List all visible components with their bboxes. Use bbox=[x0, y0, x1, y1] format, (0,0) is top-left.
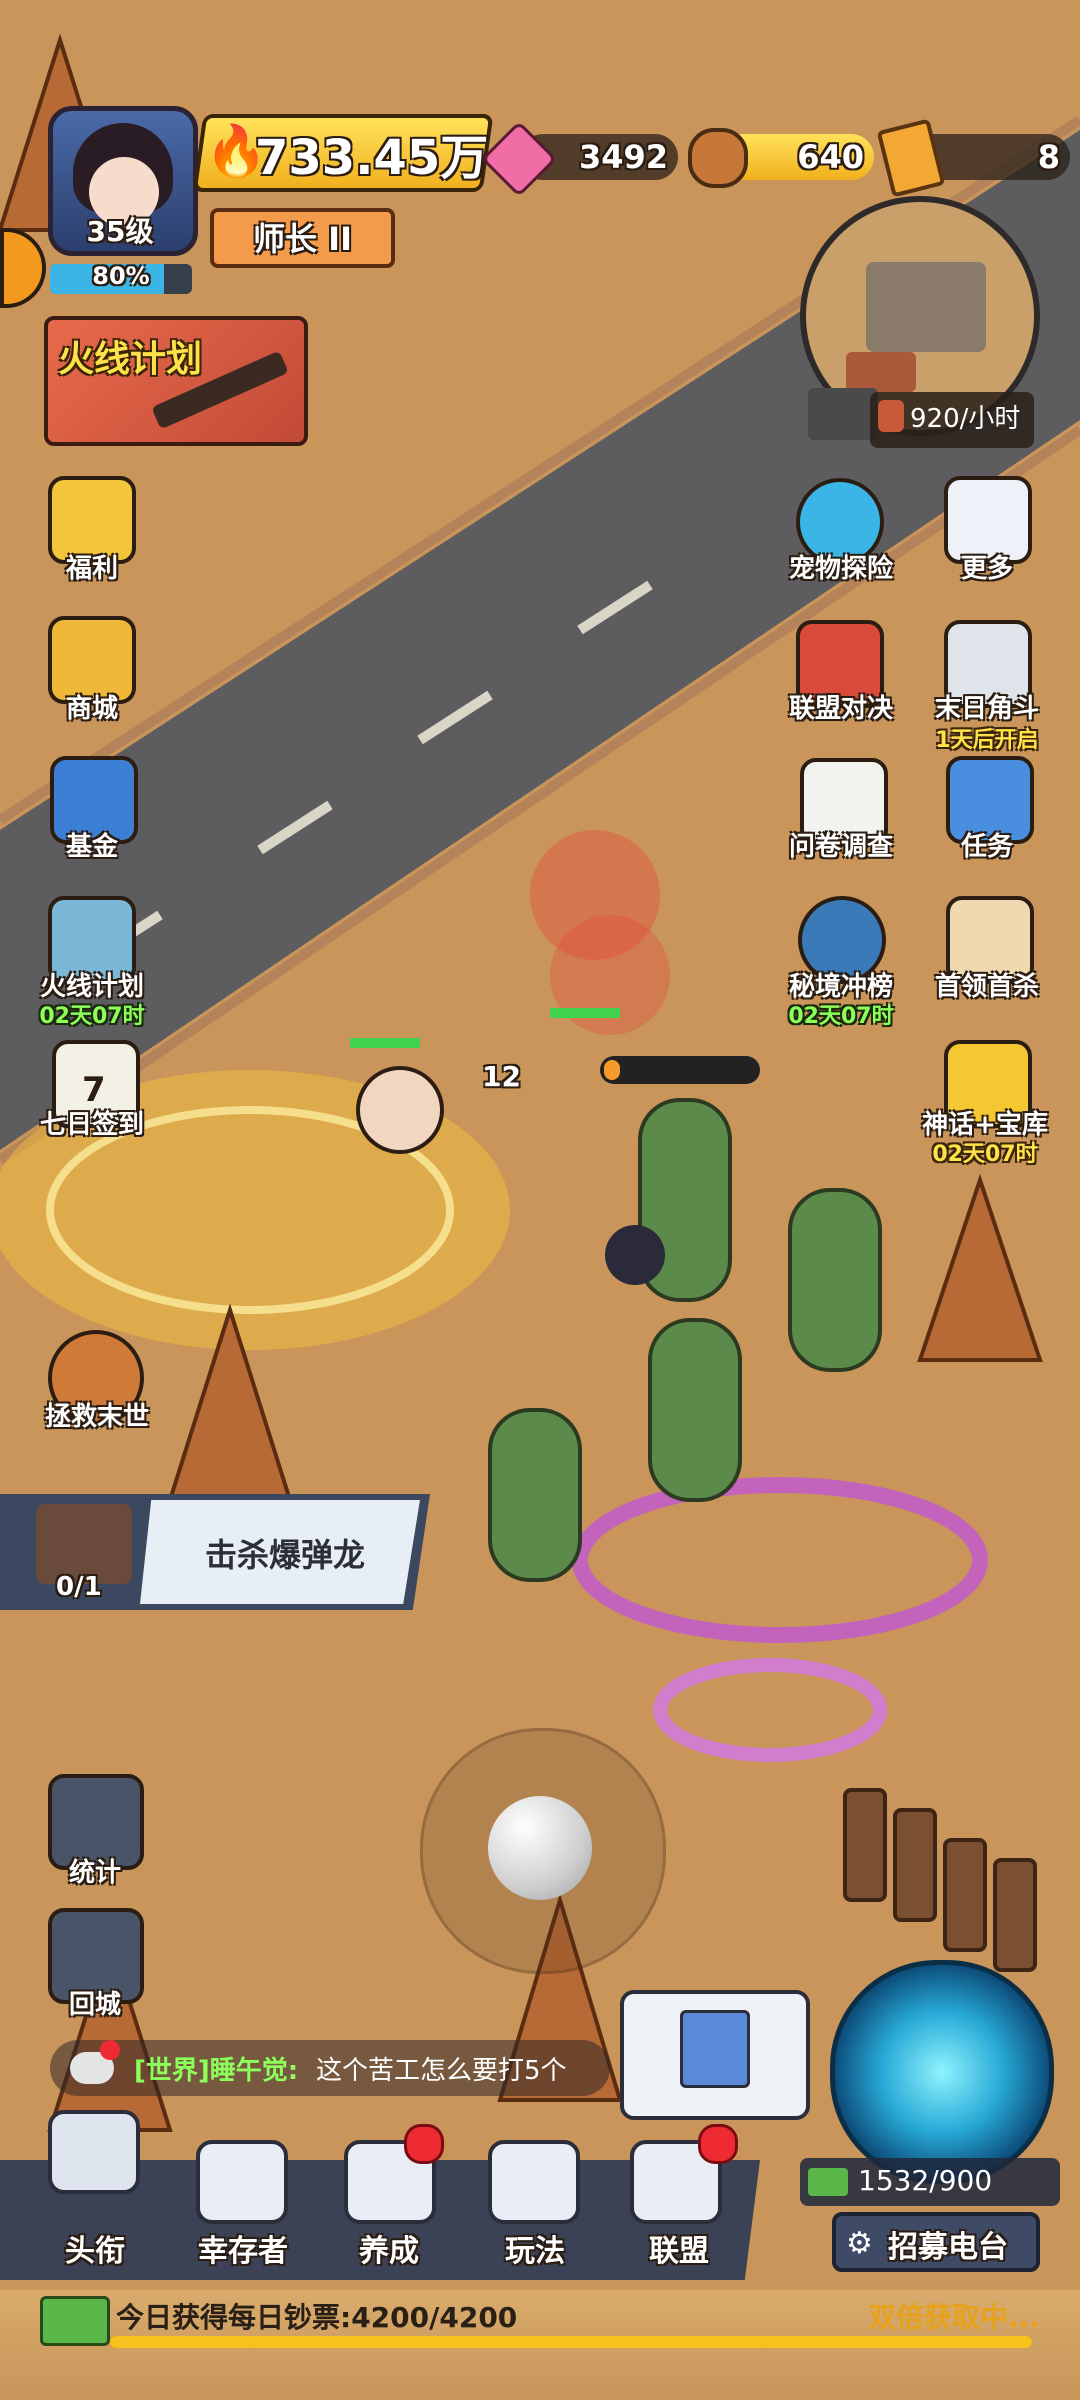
gear-icon: ⚙ bbox=[846, 2226, 873, 2261]
contact-card-icon bbox=[680, 2010, 750, 2088]
quest-progress: 0/1 bbox=[56, 1572, 102, 1602]
title-shield-icon[interactable] bbox=[48, 2110, 140, 2194]
tool-statistics[interactable]: 统计 bbox=[20, 1852, 170, 1889]
recruit-radio-label: 招募电台 bbox=[888, 2230, 1008, 2265]
chat-channel-sender: [世界]睡午觉: bbox=[134, 2056, 299, 2086]
chat-message: 这个苦工怎么要打5个 bbox=[316, 2056, 567, 2086]
menu-rescue[interactable]: 拯救末世 bbox=[22, 1396, 172, 1433]
nav-gameplay[interactable]: 玩法 bbox=[470, 2226, 600, 2270]
combat-power: 733.45万 bbox=[255, 130, 489, 186]
menu-shop[interactable]: 商城 bbox=[17, 688, 167, 725]
recruit-radar-icon[interactable] bbox=[830, 1960, 1054, 2184]
survivor-hat-icon[interactable] bbox=[196, 2140, 288, 2224]
quest-objective: 击杀爆弹龙 bbox=[204, 1536, 365, 1574]
ticket-value: 8 bbox=[1037, 138, 1060, 176]
menu-boss-first-kill[interactable]: 首领首杀 bbox=[912, 966, 1062, 1003]
secret-realm-timer: 02天07时 bbox=[788, 1004, 894, 1029]
menu-more[interactable]: 更多 bbox=[912, 548, 1062, 585]
double-status: 双倍获取中... bbox=[868, 2301, 1040, 2334]
menu-tasks[interactable]: 任务 bbox=[912, 826, 1062, 863]
event-banner-title: 火线计划 bbox=[58, 339, 203, 380]
gem-value: 3492 bbox=[578, 138, 668, 176]
daily-cash-progress bbox=[110, 2336, 1032, 2348]
xp-percent: 80% bbox=[92, 262, 150, 290]
develop-badge-dot bbox=[404, 2124, 444, 2164]
joystick-knob[interactable] bbox=[488, 1796, 592, 1900]
damage-number: 12 bbox=[482, 1060, 521, 1093]
rank-label: 师长 II bbox=[253, 220, 352, 258]
doomsday-arena-timer: 1天后开启 bbox=[935, 728, 1039, 753]
menu-doomsday-arena[interactable]: 末日角斗 bbox=[912, 688, 1062, 725]
truck-icon bbox=[808, 388, 878, 440]
alliance-badge-dot bbox=[698, 2124, 738, 2164]
tool-return-city[interactable]: 回城 bbox=[20, 1984, 170, 2021]
nav-title[interactable]: 头衔 bbox=[30, 2226, 160, 2270]
menu-fund[interactable]: 基金 bbox=[17, 826, 167, 863]
nav-develop[interactable]: 养成 bbox=[324, 2226, 454, 2270]
player-level: 35级 bbox=[86, 215, 154, 248]
menu-pet-expedition[interactable]: 宠物探险 bbox=[766, 548, 916, 585]
gameplay-book-icon[interactable] bbox=[488, 2140, 580, 2224]
recruit-count: 1532/900 bbox=[858, 2164, 993, 2197]
myth-treasury-timer: 02天07时 bbox=[932, 1142, 1038, 1167]
nav-alliance[interactable]: 联盟 bbox=[614, 2226, 744, 2270]
wood-value: 640 bbox=[797, 138, 864, 176]
menu-alliance-duel[interactable]: 联盟对决 bbox=[766, 688, 916, 725]
daily-cash-text: 今日获得每日钞票:4200/4200 bbox=[116, 2301, 518, 2334]
firing-line-timer: 02天07时 bbox=[39, 1004, 145, 1029]
menu-seven-day[interactable]: 七日签到 bbox=[17, 1104, 167, 1141]
can-icon bbox=[878, 400, 904, 432]
nav-survivors[interactable]: 幸存者 bbox=[178, 2226, 308, 2270]
menu-survey[interactable]: 问卷调查 bbox=[766, 826, 916, 863]
menu-welfare[interactable]: 福利 bbox=[17, 548, 167, 585]
production-rate: 920/小时 bbox=[910, 404, 1021, 434]
cash-icon bbox=[808, 2168, 848, 2196]
chat-notification-dot bbox=[100, 2040, 120, 2060]
cash-stack-icon bbox=[40, 2296, 110, 2346]
